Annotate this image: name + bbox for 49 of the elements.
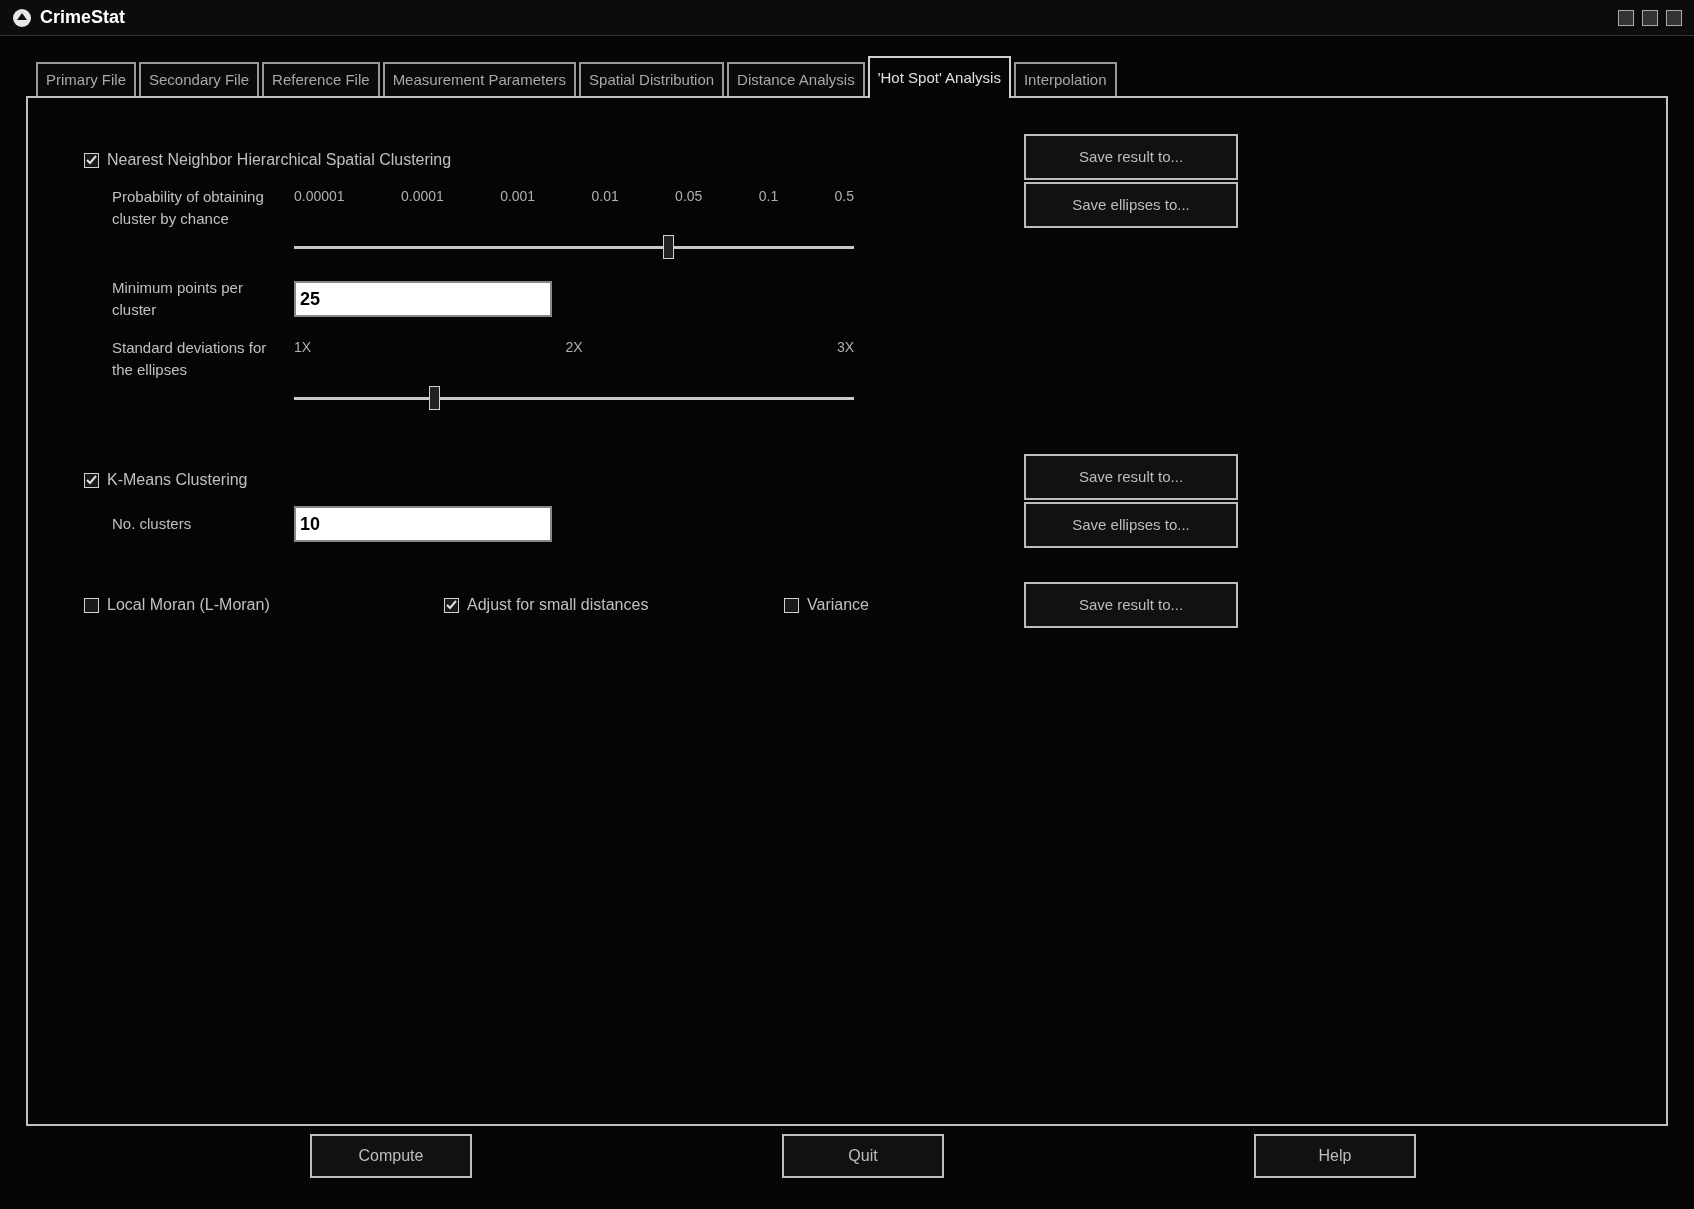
- checkbox[interactable]: [444, 597, 459, 613]
- tab[interactable]: Measurement Parameters: [382, 62, 577, 96]
- checkbox[interactable]: [84, 152, 99, 168]
- tab[interactable]: Spatial Distribution: [579, 62, 725, 96]
- tab[interactable]: Reference File: [262, 62, 380, 96]
- tick-label: 0.00001: [294, 187, 345, 206]
- checkbox-label: Variance: [807, 595, 869, 615]
- tick-label: 0.5: [834, 187, 854, 206]
- slider-thumb[interactable]: [662, 235, 674, 259]
- slider-thumb[interactable]: [429, 386, 440, 410]
- footer-button[interactable]: Quit: [782, 1134, 944, 1178]
- checkbox-label: Adjust for small distances: [467, 595, 649, 615]
- field-label: Standard deviations for the ellipses: [111, 338, 268, 380]
- tick-label: 0.05: [675, 187, 703, 206]
- tab[interactable]: Distance Analysis: [727, 62, 865, 96]
- tick-label: 2X: [565, 338, 583, 357]
- tab[interactable]: Interpolation: [1013, 62, 1117, 96]
- checkbox[interactable]: [84, 472, 99, 488]
- checkbox-label: K-Means Clustering: [107, 470, 248, 490]
- field-label: Minimum points per cluster: [111, 278, 244, 320]
- save-button[interactable]: Save result to...: [1024, 582, 1238, 628]
- save-button[interactable]: Save ellipses to...: [1024, 502, 1238, 548]
- checkbox-label: Nearest Neighbor Hierarchical Spatial Clustering: [107, 150, 452, 170]
- field-label: No. clusters: [111, 513, 193, 534]
- checkmark-icon: [86, 154, 97, 166]
- tab[interactable]: 'Hot Spot' Analysis: [867, 56, 1011, 98]
- tick-label: 0.0001: [400, 187, 444, 206]
- app-icon: [12, 7, 32, 28]
- save-button[interactable]: Save result to...: [1024, 454, 1238, 500]
- checkbox[interactable]: [784, 597, 799, 613]
- footer-button[interactable]: Compute: [310, 1134, 472, 1178]
- tick-label: 3X: [836, 338, 854, 357]
- save-button[interactable]: Save ellipses to...: [1024, 182, 1238, 228]
- tick-label: 0.1: [758, 187, 779, 206]
- checkbox-label: Local Moran (L-Moran): [107, 595, 270, 615]
- input-field[interactable]: 25: [294, 281, 552, 317]
- tab[interactable]: Primary File: [36, 62, 136, 96]
- field-label: Probability of obtaining cluster by chance: [111, 187, 265, 229]
- checkbox[interactable]: [84, 597, 99, 613]
- tick-label: 0.001: [500, 187, 536, 206]
- tick-label: 1X: [294, 338, 312, 357]
- window-title: CrimeStat: [40, 6, 126, 29]
- footer-button[interactable]: Help: [1254, 1134, 1416, 1178]
- checkmark-icon: [86, 474, 97, 486]
- input-field[interactable]: 10: [294, 506, 552, 542]
- checkmark-icon: [446, 599, 457, 611]
- tick-label: 0.01: [591, 187, 619, 206]
- save-button[interactable]: Save result to...: [1024, 134, 1238, 180]
- tab[interactable]: Secondary File: [139, 62, 260, 96]
